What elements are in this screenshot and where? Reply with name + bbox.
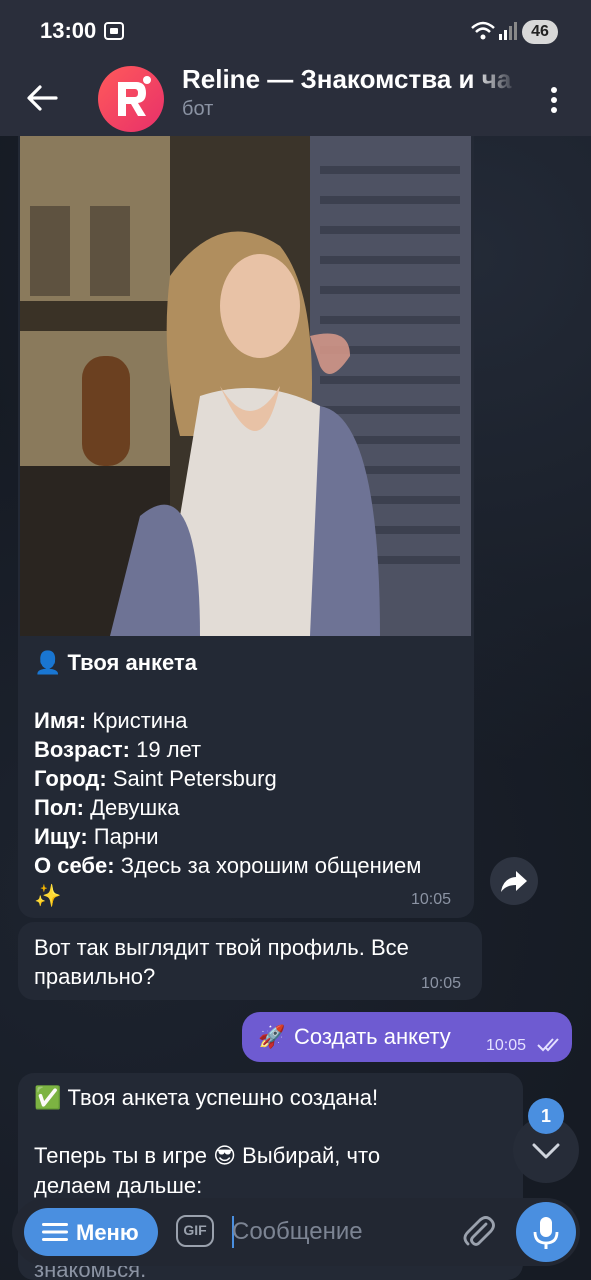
check-emoji: ✅ <box>34 1085 62 1110</box>
outgoing-text: Создать анкету <box>294 1024 451 1049</box>
profile-field-about: О себе: Здесь за хорошим общением <box>34 851 421 880</box>
profile-field-age: Возраст: 19 лет <box>34 735 201 764</box>
hamburger-icon <box>42 1223 68 1241</box>
created-line2: Теперь ты в игре 😎 Выбирай, что <box>34 1141 380 1171</box>
outgoing-message-bubble[interactable]: 🚀 Создать анкету 10:05 <box>242 1012 572 1062</box>
paperclip-icon[interactable] <box>460 1212 496 1252</box>
unread-badge: 1 <box>528 1098 564 1134</box>
chat-title[interactable]: Reline — Знакомства и ча <box>182 64 514 95</box>
profile-field-name: Имя: Кристина <box>34 706 187 735</box>
sparkles-emoji: ✨ <box>34 883 62 908</box>
profile-field-gender: Пол: Девушка <box>34 793 179 822</box>
field-label: О себе: <box>34 853 115 878</box>
field-value: Девушка <box>90 795 180 820</box>
message-time: 10:05 <box>486 1037 527 1054</box>
created-line2-part1: Теперь ты в игре <box>34 1143 207 1168</box>
chat-header: Reline — Знакомства и ча бот <box>0 60 591 136</box>
status-time: 13:00 <box>40 18 97 43</box>
chat-subtitle: бот <box>182 98 214 120</box>
profile-field-looking-for: Ищу: Парни <box>34 822 159 851</box>
field-value: Кристина <box>92 708 188 733</box>
created-line1: ✅ Твоя анкета успешно создана! <box>34 1083 378 1113</box>
profile-photo[interactable] <box>20 136 471 636</box>
profile-heading-text: Твоя анкета <box>67 650 197 675</box>
battery-indicator: 46 <box>522 20 558 44</box>
profile-heading: 👤 Твоя анкета <box>34 648 197 677</box>
created-line2-part2: Выбирай, что <box>242 1143 381 1168</box>
message-time: 10:05 <box>421 975 462 992</box>
microphone-icon <box>533 1217 559 1249</box>
message-time: 10:05 <box>411 891 452 908</box>
field-label: Пол: <box>34 795 85 820</box>
field-value: Парни <box>93 824 159 849</box>
created-line1-text: Твоя анкета успешно создана! <box>67 1085 379 1110</box>
created-line3: делаем дальше: <box>34 1173 203 1198</box>
message-input[interactable]: Сообщение <box>232 1212 442 1252</box>
reline-logo-icon <box>118 76 151 116</box>
cool-emoji: 😎 <box>213 1143 237 1168</box>
status-bar: 13:00 46 <box>0 0 591 60</box>
wifi-icon <box>471 21 495 40</box>
microphone-button[interactable] <box>516 1202 576 1262</box>
menu-label: Меню <box>76 1220 139 1245</box>
field-value: Здесь за хорошим общением <box>120 853 422 878</box>
menu-button[interactable]: Меню <box>24 1208 158 1256</box>
confirm-message-bubble[interactable]: Вот так выглядит твой профиль. Все прави… <box>18 922 482 1000</box>
field-label: Город: <box>34 766 107 791</box>
field-label: Возраст: <box>34 737 130 762</box>
field-label: Ищу: <box>34 824 88 849</box>
signal-icon <box>499 22 517 40</box>
bot-avatar[interactable] <box>98 66 164 132</box>
forward-button[interactable] <box>490 857 538 905</box>
person-icon: 👤 <box>34 650 62 675</box>
back-arrow-icon[interactable] <box>22 78 62 118</box>
forward-arrow-icon <box>501 871 527 892</box>
title-fade <box>470 60 518 100</box>
gif-button[interactable]: GIF <box>176 1215 214 1247</box>
confirm-text-line2: правильно? <box>34 964 156 989</box>
profile-photo-image <box>20 136 471 636</box>
field-value: 19 лет <box>136 737 202 762</box>
rocket-emoji: 🚀 <box>258 1024 286 1049</box>
read-check-icon <box>537 1038 559 1052</box>
confirm-text-line1: Вот так выглядит твой профиль. Все <box>34 935 409 960</box>
field-label: Имя: <box>34 708 87 733</box>
profile-field-city: Город: Saint Petersburg <box>34 764 277 793</box>
more-options-icon[interactable] <box>540 80 568 120</box>
screen-record-icon <box>104 22 124 40</box>
field-value: Saint Petersburg <box>112 766 277 791</box>
